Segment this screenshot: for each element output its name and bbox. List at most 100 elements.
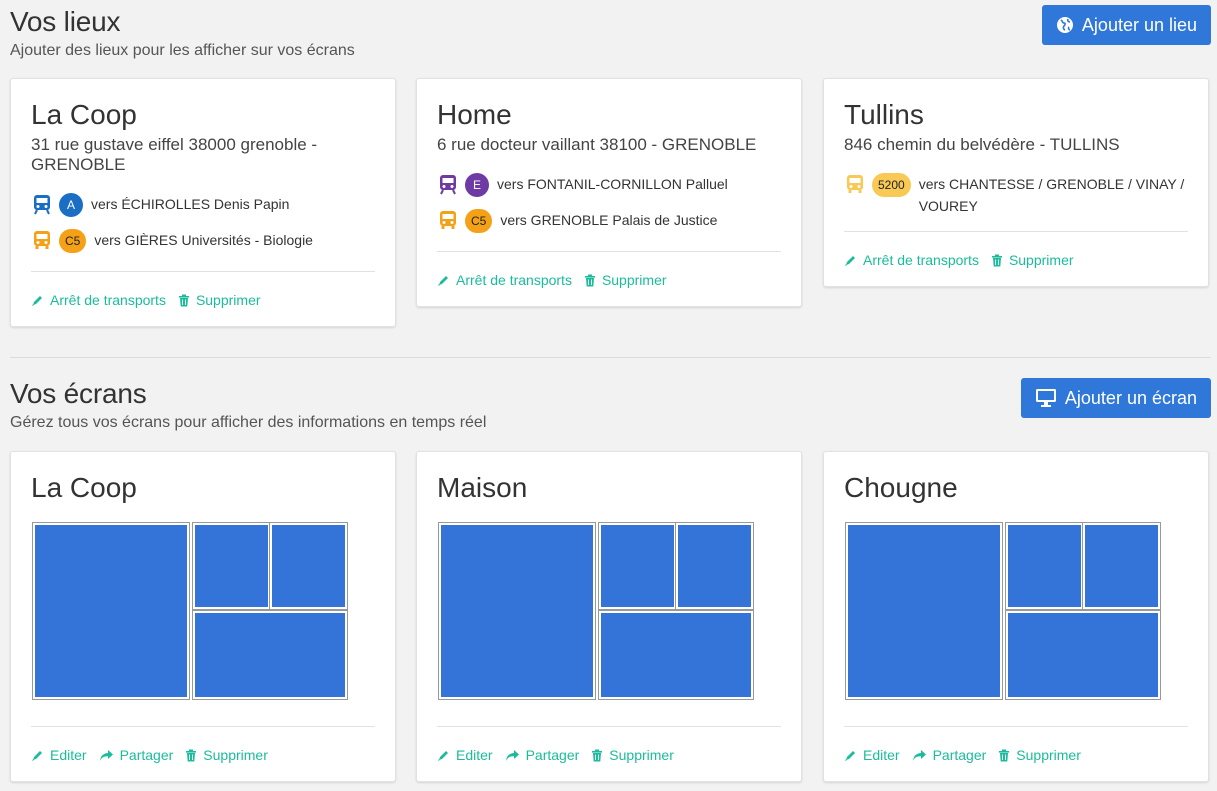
screen-layout-preview[interactable] <box>437 522 755 700</box>
supprimer-link[interactable]: Supprimer <box>185 747 268 763</box>
pencil-icon <box>31 294 44 307</box>
action-label: Supprimer <box>1016 747 1081 763</box>
layout-pane <box>192 522 271 610</box>
bus-icon <box>844 173 866 201</box>
supprimer-link[interactable]: Supprimer <box>178 292 261 308</box>
layout-pane <box>1005 522 1084 610</box>
screens-title: Vos écrans <box>10 378 147 409</box>
place-name: La Coop <box>31 99 137 130</box>
screens-header: Vos écrans Gérez tous vos écrans pour af… <box>10 378 486 432</box>
globe-icon <box>1056 16 1074 34</box>
trash-icon <box>991 254 1003 267</box>
add-screen-button[interactable]: Ajouter un écran <box>1020 378 1211 418</box>
screen-layout-preview[interactable] <box>844 522 1162 700</box>
stop-direction: vers FONTANIL-CORNILLON Palluel <box>497 176 728 192</box>
screen-name: La Coop <box>31 472 137 503</box>
supprimer-link[interactable]: Supprimer <box>591 747 674 763</box>
line-badge: C5 <box>59 229 87 253</box>
arret-de-transports-link[interactable]: Arrêt de transports <box>31 292 166 308</box>
card-actions: Arrêt de transports Supprimer <box>437 252 781 306</box>
partager-link[interactable]: Partager <box>912 747 987 763</box>
action-label: Partager <box>932 747 987 763</box>
stop-list: Avers ÉCHIROLLES Denis Papin C5 vers GIÈRE… <box>31 193 375 257</box>
line-badge: C5 <box>465 209 493 233</box>
editer-link[interactable]: Editer <box>31 747 87 763</box>
action-label: Supprimer <box>609 747 674 763</box>
layout-pane <box>192 610 348 700</box>
monitor-icon <box>1035 388 1057 408</box>
trash-icon <box>998 749 1010 762</box>
action-label: Editer <box>863 747 900 763</box>
action-label: Partager <box>119 747 174 763</box>
screen-layout-preview[interactable] <box>31 522 349 700</box>
share-icon <box>912 749 927 762</box>
stop-direction: vers CHANTESSE / GRENOBLE / VINAY / VOUR… <box>918 176 1185 214</box>
supprimer-link[interactable]: Supprimer <box>991 252 1074 268</box>
action-label: Editer <box>50 747 87 763</box>
place-address: 6 rue docteur vaillant 38100 - GRENOBLE <box>437 135 757 154</box>
line-badge: A <box>59 193 83 217</box>
action-label: Arrêt de transports <box>50 292 166 308</box>
add-screen-label: Ajouter un écran <box>1064 387 1197 408</box>
layout-pane <box>598 610 754 700</box>
layout-pane <box>1005 610 1161 700</box>
stop-direction: vers GIÈRES Universités - Biologie <box>94 232 313 248</box>
trash-icon <box>178 294 190 307</box>
place-name: Tullins <box>844 99 924 130</box>
screen-name: Maison <box>437 472 528 503</box>
partager-link[interactable]: Partager <box>505 747 580 763</box>
line-badge: 5200 <box>872 173 911 197</box>
card-actions: Arrêt de transports Supprimer <box>844 232 1188 286</box>
stop-item: Avers ÉCHIROLLES Denis Papin <box>31 193 375 221</box>
tram-icon <box>437 173 459 201</box>
stop-direction: vers ÉCHIROLLES Denis Papin <box>91 196 290 212</box>
action-label: Editer <box>456 747 493 763</box>
screen-name: Chougne <box>844 472 958 503</box>
trash-icon <box>591 749 603 762</box>
pencil-icon <box>844 254 857 267</box>
editer-link[interactable]: Editer <box>844 747 900 763</box>
layout-pane <box>845 522 1003 700</box>
action-label: Arrêt de transports <box>456 272 572 288</box>
editer-link[interactable]: Editer <box>437 747 493 763</box>
screens-subtitle: Gérez tous vos écrans pour afficher des … <box>10 414 487 431</box>
pencil-icon <box>844 749 857 762</box>
places-title: Vos lieux <box>10 6 121 37</box>
trash-icon <box>185 749 197 762</box>
arret-de-transports-link[interactable]: Arrêt de transports <box>437 272 572 288</box>
trash-icon <box>584 274 596 287</box>
add-place-label: Ajouter un lieu <box>1081 14 1197 35</box>
screen-card: Chougne Editer Partager Supprimer <box>823 451 1209 782</box>
place-card: Tullins 846 chemin du belvédère - TULLINS… <box>823 78 1209 287</box>
place-address: 31 rue gustave eiffel 38000 grenoble - G… <box>31 135 318 174</box>
bus-icon <box>437 209 459 237</box>
partager-link[interactable]: Partager <box>99 747 174 763</box>
section-divider <box>10 357 1211 358</box>
layout-pane <box>598 522 677 610</box>
action-label: Supprimer <box>203 747 268 763</box>
place-card: La Coop 31 rue gustave eiffel 38000 greno… <box>10 78 396 327</box>
action-label: Partager <box>525 747 580 763</box>
line-badge: E <box>465 173 489 197</box>
supprimer-link[interactable]: Supprimer <box>998 747 1081 763</box>
pencil-icon <box>31 749 44 762</box>
supprimer-link[interactable]: Supprimer <box>584 272 667 288</box>
layout-pane <box>438 522 596 700</box>
add-place-button[interactable]: Ajouter un lieu <box>1041 5 1211 45</box>
card-actions: Editer Partager Supprimer <box>437 727 781 781</box>
share-icon <box>99 749 114 762</box>
card-actions: Editer Partager Supprimer <box>844 727 1188 781</box>
stop-list: 5200 vers CHANTESSE / GRENOBLE / VINAY / … <box>844 173 1188 217</box>
screen-card: Maison Editer Partager Supprimer <box>416 451 802 782</box>
stop-item: C5 vers GRENOBLE Palais de Justice <box>437 209 781 237</box>
layout-pane <box>269 522 348 610</box>
stop-list: Evers FONTANIL-CORNILLON Palluel C5 vers G… <box>437 173 781 237</box>
layout-pane <box>1082 522 1161 610</box>
bus-icon <box>31 229 53 257</box>
pencil-icon <box>437 749 450 762</box>
action-label: Supprimer <box>601 272 667 288</box>
card-actions: Editer Partager Supprimer <box>31 727 375 781</box>
places-subtitle: Ajouter des lieux pour les afficher sur … <box>10 42 355 59</box>
arret-de-transports-link[interactable]: Arrêt de transports <box>844 252 979 268</box>
action-label: Arrêt de transports <box>863 252 979 268</box>
